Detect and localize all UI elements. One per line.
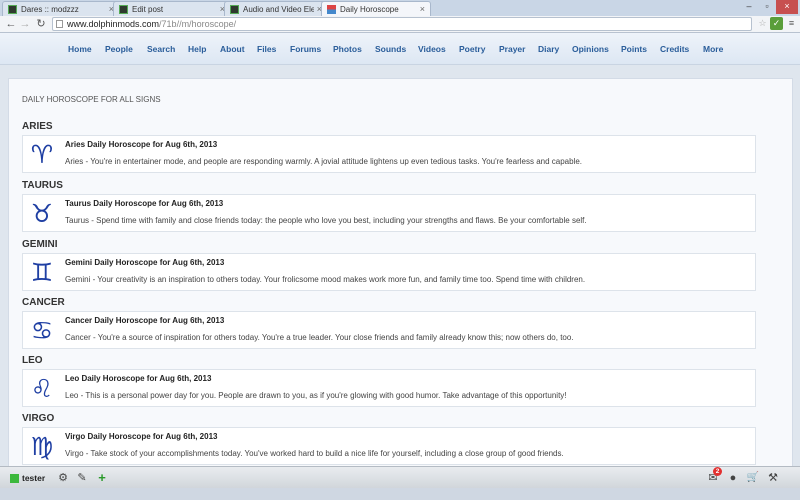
user-menu-button[interactable]: tester — [10, 472, 45, 484]
nav-forums[interactable]: Forums — [290, 44, 321, 54]
star-icon[interactable]: ☆ — [756, 17, 769, 30]
site-favicon — [119, 4, 128, 14]
horoscope-text: Gemini - Your creativity is an inspirati… — [65, 275, 586, 284]
window-bottom-edge — [0, 488, 800, 500]
mail-icon[interactable]: ✉ 2 — [706, 467, 722, 485]
minimize-icon[interactable]: – — [740, 0, 758, 14]
browser-tab-strip: Dares :: modzzz × Edit post × Audio and … — [0, 0, 800, 16]
menu-icon[interactable]: ≡ — [785, 17, 798, 30]
horoscope-card: ♊ Gemini Daily Horoscope for Aug 6th, 20… — [22, 253, 756, 291]
horoscope-title[interactable]: Taurus Daily Horoscope for Aug 6th, 2013 — [65, 199, 223, 208]
horoscope-favicon — [327, 4, 336, 14]
horoscope-card: ♌ Leo Daily Horoscope for Aug 6th, 2013 … — [22, 369, 756, 407]
forward-arrow-icon[interactable]: → — [18, 17, 32, 31]
nav-credits[interactable]: Credits — [660, 44, 689, 54]
person-icon[interactable]: ● — [726, 471, 740, 485]
site-favicon — [8, 4, 17, 14]
sign-heading: TAURUS — [22, 180, 63, 191]
horoscope-text: Leo - This is a personal power day for y… — [65, 391, 567, 400]
horoscope-text: Cancer - You're a source of inspiration … — [65, 333, 574, 342]
browser-tab[interactable]: Edit post × — [113, 1, 231, 16]
browser-tab[interactable]: Dares :: modzzz × — [2, 1, 120, 16]
back-arrow-icon[interactable]: ← — [4, 17, 18, 31]
nav-sounds[interactable]: Sounds — [375, 44, 406, 54]
username: tester — [22, 473, 46, 483]
nav-poetry[interactable]: Poetry — [459, 44, 485, 54]
site-navigation: Home People Search Help About Files Foru… — [0, 33, 800, 65]
nav-search[interactable]: Search — [147, 44, 175, 54]
nav-points[interactable]: Points — [621, 44, 647, 54]
tab-label: Daily Horoscope — [340, 4, 399, 14]
nav-opinions[interactable]: Opinions — [572, 44, 609, 54]
browser-toolbar: ← → ↻ www.dolphinmods.com/71b//m/horosco… — [0, 16, 800, 33]
horoscope-title[interactable]: Virgo Daily Horoscope for Aug 6th, 2013 — [65, 432, 217, 441]
tab-label: Dares :: modzzz — [21, 4, 79, 14]
plus-icon[interactable]: + — [95, 471, 109, 485]
sign-heading: ARIES — [22, 121, 53, 132]
nav-files[interactable]: Files — [257, 44, 276, 54]
browser-tab[interactable]: Audio and Video Electroni × — [224, 1, 328, 16]
nav-more[interactable]: More — [703, 44, 723, 54]
nav-prayer[interactable]: Prayer — [499, 44, 525, 54]
horoscope-title[interactable]: Aries Daily Horoscope for Aug 6th, 2013 — [65, 140, 217, 149]
edit-icon[interactable]: ✎ — [75, 471, 89, 485]
horoscope-title[interactable]: Leo Daily Horoscope for Aug 6th, 2013 — [65, 374, 211, 383]
page-title: DAILY HOROSCOPE FOR ALL SIGNS — [22, 95, 161, 104]
nav-help[interactable]: Help — [188, 44, 206, 54]
tab-label: Edit post — [132, 4, 164, 14]
browser-tab-active[interactable]: Daily Horoscope × — [321, 1, 431, 16]
url-host: www.dolphinmods.com — [67, 19, 160, 29]
nav-home[interactable]: Home — [68, 44, 92, 54]
gear-icon[interactable]: ⚙ — [56, 471, 70, 485]
horoscope-text: Aries - You're in entertainer mode, and … — [65, 157, 583, 166]
aries-icon: ♈ — [30, 140, 54, 169]
virgo-icon: ♍ — [30, 432, 54, 461]
mail-count-badge: 2 — [713, 467, 722, 476]
gemini-icon: ♊ — [30, 258, 54, 287]
horoscope-text: Virgo - Take stock of your accomplishmen… — [65, 449, 564, 458]
cart-icon[interactable]: 🛒 — [746, 471, 760, 485]
maximize-icon[interactable]: ▫ — [758, 0, 776, 14]
sign-heading: GEMINI — [22, 239, 58, 250]
horoscope-text: Taurus - Spend time with family and clos… — [65, 216, 587, 225]
horoscope-panel: DAILY HOROSCOPE FOR ALL SIGNS ARIES ♈ Ar… — [8, 78, 793, 473]
address-bar[interactable]: www.dolphinmods.com/71b//m/horoscope/ — [52, 17, 752, 31]
close-tab-icon[interactable]: × — [420, 4, 425, 14]
leo-icon: ♌ — [30, 374, 54, 403]
url-path: /71b//m/horoscope/ — [159, 19, 237, 29]
page-icon — [56, 20, 63, 28]
sign-heading: VIRGO — [22, 413, 55, 424]
sign-heading: LEO — [22, 355, 43, 366]
taurus-icon: ♉ — [30, 199, 54, 228]
horoscope-card: ♉ Taurus Daily Horoscope for Aug 6th, 20… — [22, 194, 756, 232]
site-toolbar: tester ⚙ ✎ + ✉ 2 ● 🛒 ⚒ — [0, 466, 800, 488]
cancer-icon: ♋ — [30, 316, 54, 345]
site-favicon — [230, 4, 239, 14]
horoscope-card: ♋ Cancer Daily Horoscope for Aug 6th, 20… — [22, 311, 756, 349]
tab-label: Audio and Video Electroni — [243, 4, 314, 14]
online-status-icon — [10, 473, 19, 483]
nav-people[interactable]: People — [105, 44, 133, 54]
sign-heading: CANCER — [22, 297, 65, 308]
horoscope-card: ♍ Virgo Daily Horoscope for Aug 6th, 201… — [22, 427, 756, 465]
horoscope-title[interactable]: Cancer Daily Horoscope for Aug 6th, 2013 — [65, 316, 224, 325]
nav-photos[interactable]: Photos — [333, 44, 362, 54]
horoscope-title[interactable]: Gemini Daily Horoscope for Aug 6th, 2013 — [65, 258, 224, 267]
reload-icon[interactable]: ↻ — [34, 17, 48, 31]
wrench-icon[interactable]: ⚒ — [766, 471, 780, 485]
window-close-icon[interactable]: × — [776, 0, 798, 14]
nav-about[interactable]: About — [220, 44, 245, 54]
horoscope-card: ♈ Aries Daily Horoscope for Aug 6th, 201… — [22, 135, 756, 173]
nav-videos[interactable]: Videos — [418, 44, 446, 54]
nav-diary[interactable]: Diary — [538, 44, 559, 54]
extension-icon[interactable]: ✓ — [770, 17, 783, 30]
